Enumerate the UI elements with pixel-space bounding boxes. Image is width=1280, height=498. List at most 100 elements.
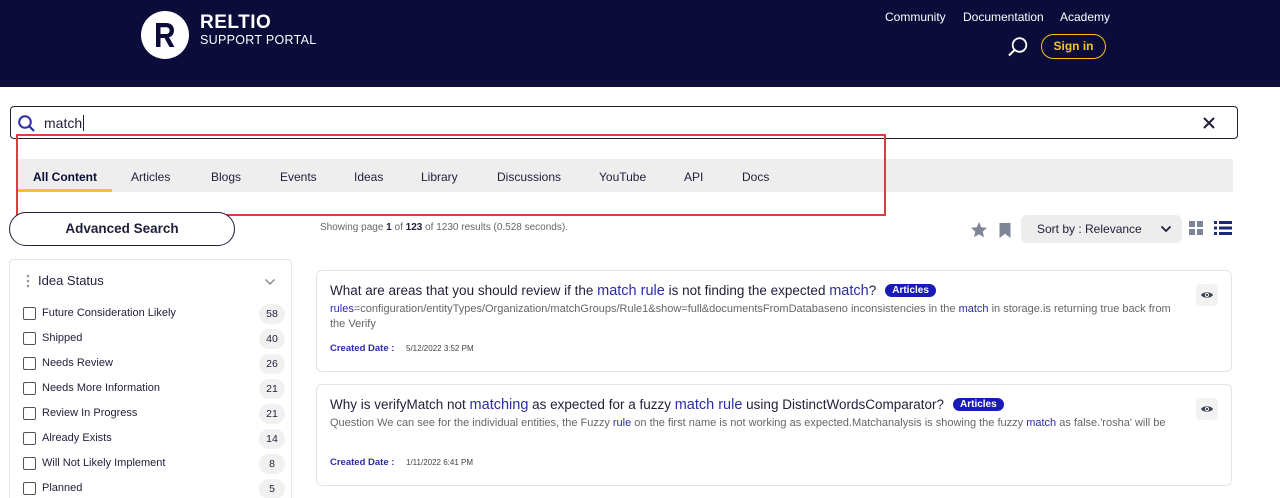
- filter-option-label: Review In Progress: [42, 407, 138, 419]
- snippet-highlight: match: [1026, 417, 1057, 429]
- filter-option[interactable]: Shipped 40: [23, 329, 285, 349]
- tab-library[interactable]: Library: [421, 170, 458, 184]
- sign-in-button[interactable]: Sign in: [1041, 34, 1106, 59]
- result-snippet: rules=configuration/entityTypes/Organiza…: [330, 302, 1175, 332]
- title-highlight: match rule: [674, 397, 743, 413]
- drag-handle-icon[interactable]: [26, 274, 30, 288]
- list-view-icon[interactable]: [1214, 221, 1232, 235]
- total-pages: 123: [405, 222, 423, 233]
- filter-option-count: 58: [259, 304, 285, 324]
- filter-option-label: Will Not Likely Implement: [42, 457, 166, 469]
- filter-option-count: 14: [259, 429, 285, 449]
- snippet-text: as false.'rosha' will be: [1056, 417, 1166, 429]
- preview-button[interactable]: [1196, 284, 1218, 306]
- filter-option-count: 5: [259, 479, 285, 498]
- title-text: using DistinctWordsComparator?: [742, 397, 944, 412]
- reltio-logo[interactable]: [141, 11, 189, 59]
- search-input[interactable]: match: [10, 106, 1238, 139]
- close-icon[interactable]: [1201, 115, 1217, 131]
- title-highlight: match: [829, 283, 869, 299]
- filter-option[interactable]: Already Exists 14: [23, 429, 285, 449]
- title-highlight: match rule: [597, 283, 665, 299]
- content-type-badge: Articles: [885, 284, 936, 297]
- current-page: 1: [386, 222, 392, 233]
- tab-blogs[interactable]: Blogs: [211, 170, 241, 184]
- snippet-highlight: rules: [330, 303, 354, 315]
- filter-option-label: Shipped: [42, 332, 83, 344]
- created-date-label: Created Date :: [330, 457, 395, 468]
- tab-api[interactable]: API: [684, 170, 703, 184]
- brand-subtitle: SUPPORT PORTAL: [200, 33, 317, 47]
- result-snippet: Question We can see for the individual e…: [330, 416, 1175, 431]
- search-value: match: [44, 115, 85, 131]
- filter-option-label: Planned: [42, 482, 83, 494]
- checkbox[interactable]: [23, 482, 36, 495]
- filter-option[interactable]: Future Consideration Likely 58: [23, 304, 285, 324]
- title-text: ?: [868, 283, 877, 298]
- top-header: RELTIO SUPPORT PORTAL Community Document…: [0, 0, 1280, 87]
- filter-option-count: 40: [259, 329, 285, 349]
- result-card[interactable]: What are areas that you should review if…: [316, 270, 1232, 372]
- checkbox[interactable]: [23, 332, 36, 345]
- snippet-text: =configuration/entityTypes/Organization/…: [353, 303, 959, 315]
- result-title[interactable]: Why is verifyMatch not matching as expec…: [330, 397, 1004, 413]
- snippet-highlight: match: [958, 303, 989, 315]
- nav-documentation-link[interactable]: Documentation: [963, 10, 1044, 24]
- advanced-search-button[interactable]: Advanced Search: [9, 212, 235, 246]
- result-card[interactable]: Why is verifyMatch not matching as expec…: [316, 384, 1232, 486]
- brand-text[interactable]: RELTIO SUPPORT PORTAL: [200, 13, 317, 48]
- filter-option-count: 8: [259, 454, 285, 474]
- filter-option-label: Needs Review: [42, 357, 113, 369]
- results-summary-total: of 1230 results (0.528 seconds).: [425, 222, 568, 233]
- bookmark-icon[interactable]: [998, 222, 1012, 239]
- grid-view-icon[interactable]: [1189, 221, 1203, 235]
- title-text: is not finding the expected: [664, 283, 830, 298]
- snippet-highlight: rule: [612, 417, 632, 429]
- created-date: 5/12/2022 3:52 PM: [406, 344, 474, 353]
- preview-button[interactable]: [1196, 398, 1218, 420]
- checkbox[interactable]: [23, 407, 36, 420]
- snippet-text: Question We can see for the individual e…: [330, 417, 613, 429]
- filter-option[interactable]: Needs More Information 21: [23, 379, 285, 399]
- active-tab-indicator: [17, 189, 112, 192]
- title-highlight: matching: [469, 397, 529, 413]
- checkbox[interactable]: [23, 357, 36, 370]
- filter-option-count: 21: [259, 404, 285, 424]
- tab-all-content[interactable]: All Content: [33, 170, 97, 184]
- filter-option-label: Already Exists: [42, 432, 112, 444]
- eye-icon: [1201, 292, 1213, 298]
- filter-option-label: Needs More Information: [42, 382, 160, 394]
- search-icon[interactable]: [1007, 36, 1029, 58]
- checkbox[interactable]: [23, 307, 36, 320]
- tab-docs[interactable]: Docs: [742, 170, 769, 184]
- results-summary-of: of: [394, 222, 403, 233]
- filter-option[interactable]: Will Not Likely Implement 8: [23, 454, 285, 474]
- tab-articles[interactable]: Articles: [131, 170, 170, 184]
- checkbox[interactable]: [23, 382, 36, 395]
- title-text: Why is verifyMatch not: [330, 397, 470, 412]
- chevron-down-icon[interactable]: [264, 278, 276, 286]
- checkbox[interactable]: [23, 432, 36, 445]
- created-date-label: Created Date :: [330, 343, 395, 354]
- filter-option[interactable]: Planned 5: [23, 479, 285, 498]
- sort-label: Sort by : Relevance: [1037, 222, 1142, 236]
- filter-option-count: 21: [259, 379, 285, 399]
- reltio-r-icon: [156, 23, 175, 47]
- title-text: What are areas that you should review if…: [330, 283, 598, 298]
- filter-option[interactable]: Review In Progress 21: [23, 404, 285, 424]
- results-summary-prefix: Showing page: [320, 222, 384, 233]
- search-icon: [18, 115, 35, 132]
- tab-ideas[interactable]: Ideas: [354, 170, 383, 184]
- sort-dropdown[interactable]: Sort by : Relevance: [1021, 215, 1182, 243]
- tab-discussions[interactable]: Discussions: [497, 170, 561, 184]
- nav-community-link[interactable]: Community: [885, 10, 946, 24]
- checkbox[interactable]: [23, 457, 36, 470]
- filter-option[interactable]: Needs Review 26: [23, 354, 285, 374]
- idea-status-filter: Idea Status Future Consideration Likely …: [9, 259, 292, 498]
- tab-youtube[interactable]: YouTube: [599, 170, 646, 184]
- tab-events[interactable]: Events: [280, 170, 317, 184]
- result-title[interactable]: What are areas that you should review if…: [330, 283, 936, 299]
- star-icon[interactable]: [970, 221, 988, 239]
- nav-academy-link[interactable]: Academy: [1060, 10, 1110, 24]
- filter-option-count: 26: [259, 354, 285, 374]
